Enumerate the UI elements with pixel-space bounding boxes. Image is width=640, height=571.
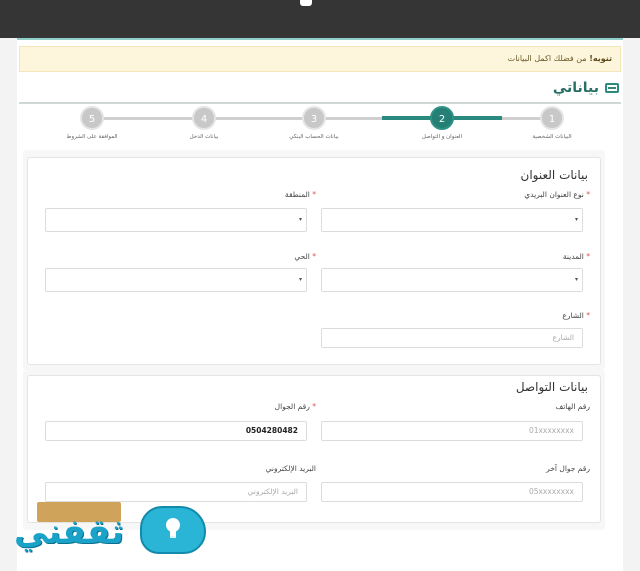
district-label-text: الحي xyxy=(294,252,310,261)
address-panel: بيانات العنوان * نوع العنوان البريدي * ا… xyxy=(27,157,601,365)
contact-title: بيانات التواصل xyxy=(515,380,588,394)
required-mark: * xyxy=(586,190,590,199)
step-2[interactable]: 2 العنوان و التواصل xyxy=(392,106,492,140)
required-mark: * xyxy=(586,252,590,261)
street-input[interactable]: الشارع xyxy=(321,328,583,348)
other-mobile-label: رقم جوال آخر xyxy=(546,464,590,473)
lightbulb-icon xyxy=(166,518,180,538)
step-3[interactable]: 3 بيانات الحساب البنكي xyxy=(264,106,364,140)
district-label: * الحي xyxy=(294,252,316,261)
step-2-circle: 2 xyxy=(430,106,454,130)
top-bar xyxy=(0,0,640,38)
alert-text: من فضلك اكمل البيانات xyxy=(507,54,590,63)
top-notch xyxy=(300,0,312,6)
watermark-text: ثقفني xyxy=(14,512,125,552)
step-5-circle: 5 xyxy=(80,106,104,130)
street-label: * الشارع xyxy=(562,311,590,320)
step-4-circle: 4 xyxy=(192,106,216,130)
alert-banner: تنويه! من فضلك اكمل البيانات xyxy=(19,46,621,72)
stepper: 1 البيانات الشخصية 2 العنوان و التواصل 3… xyxy=(17,106,623,146)
city-label-text: المدينة xyxy=(562,252,584,261)
district-select[interactable] xyxy=(45,268,307,292)
postal-type-label-text: نوع العنوان البريدي xyxy=(524,190,584,199)
email-label: البريد الإلكتروني xyxy=(265,464,316,473)
required-mark: * xyxy=(586,311,590,320)
form-page: تنويه! من فضلك اكمل البيانات بياناتي 1 ا… xyxy=(17,38,623,571)
postal-type-select[interactable] xyxy=(321,208,583,232)
step-2-label: العنوان و التواصل xyxy=(421,134,463,140)
region-label: * المنطقة xyxy=(285,190,316,199)
step-1-circle: 1 xyxy=(540,106,564,130)
step-3-label: بيانات الحساب البنكي xyxy=(289,134,339,140)
step-4[interactable]: 4 بيانات الدخل xyxy=(154,106,254,140)
contact-panel: بيانات التواصل رقم الهاتف 01xxxxxxxx * ر… xyxy=(27,375,601,523)
alert-strong: تنويه! xyxy=(589,54,612,63)
city-select[interactable] xyxy=(321,268,583,292)
street-label-text: الشارع xyxy=(562,311,584,320)
right-margin xyxy=(623,38,640,571)
step-1-label: البيانات الشخصية xyxy=(532,134,572,140)
postal-type-label: * نوع العنوان البريدي xyxy=(524,190,590,199)
other-mobile-input[interactable]: 05xxxxxxxx xyxy=(321,482,583,502)
email-input[interactable]: البريد الإلكتروني xyxy=(45,482,307,502)
title-divider xyxy=(19,102,621,104)
page-title-row: بياناتي xyxy=(553,78,619,98)
region-select[interactable] xyxy=(45,208,307,232)
city-label: * المدينة xyxy=(563,252,590,261)
step-5-label: الموافقة على الشروط xyxy=(66,134,118,140)
mobile-input[interactable]: 0504280482 xyxy=(45,421,307,441)
phone-label: رقم الهاتف xyxy=(555,402,590,411)
page-title: بياناتي xyxy=(552,80,599,96)
left-margin xyxy=(0,38,17,571)
required-mark: * xyxy=(312,402,316,411)
phone-input[interactable]: 01xxxxxxxx xyxy=(321,421,583,441)
mobile-label: * رقم الجوال xyxy=(275,402,316,411)
required-mark: * xyxy=(312,190,316,199)
step-5[interactable]: 5 الموافقة على الشروط xyxy=(42,106,142,140)
step-1[interactable]: 1 البيانات الشخصية xyxy=(502,106,602,140)
required-mark: * xyxy=(312,252,316,261)
mobile-label-text: رقم الجوال xyxy=(274,402,310,411)
watermark-logo: ثقفني xyxy=(14,506,214,566)
step-3-circle: 3 xyxy=(302,106,326,130)
region-label-text: المنطقة xyxy=(284,190,310,199)
id-card-icon xyxy=(605,83,619,93)
step-4-label: بيانات الدخل xyxy=(189,134,219,140)
address-title: بيانات العنوان xyxy=(520,168,588,182)
